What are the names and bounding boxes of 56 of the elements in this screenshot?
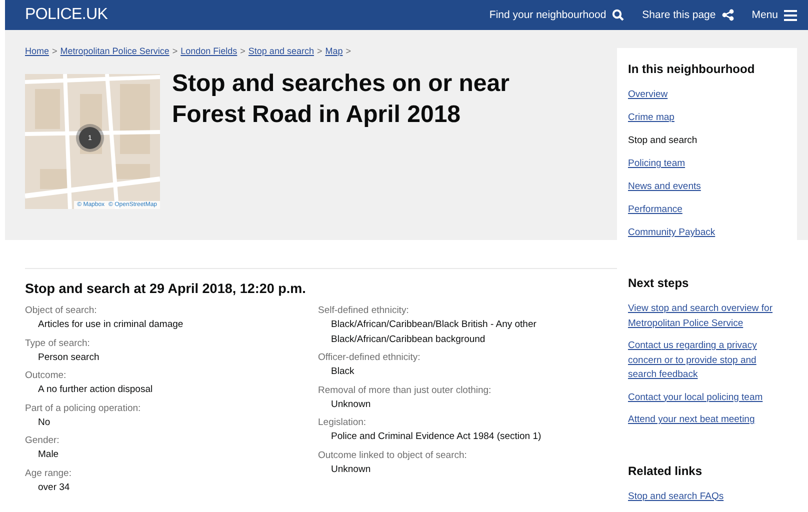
breadcrumb-separator: > — [346, 46, 352, 56]
record-heading: Stop and search at 29 April 2018, 12:20 p.m. — [25, 281, 307, 296]
nav-link[interactable]: Stop and search — [628, 133, 698, 149]
field-label: Gender: — [25, 434, 60, 448]
next-step-link[interactable]: Attend your next beat meeting — [628, 413, 755, 428]
field-label: Age range: — [25, 466, 72, 480]
next-step-link[interactable]: Contact us regarding a privacy concern or to provide stop and search feedback — [628, 339, 778, 382]
field-value: Unknown — [331, 398, 372, 412]
breadcrumb-link[interactable]: Stop and search — [248, 46, 314, 56]
field-label: Legislation: — [318, 416, 368, 430]
nav-link[interactable]: News and events — [628, 179, 701, 195]
next-step-link[interactable]: View stop and search overview for Metropolitan Police Service — [628, 302, 778, 331]
next-step-link[interactable]: Contact your local policing team — [628, 390, 763, 405]
field-value: Unknown — [331, 462, 372, 476]
breadcrumb-link[interactable]: London Fields — [180, 46, 238, 56]
field-label: Outcome linked to object of search: — [318, 448, 468, 462]
nav-link[interactable]: Community Payback — [628, 225, 716, 241]
field-value: Articles for use in criminal damage — [38, 318, 184, 332]
field-label: Officer-defined ethnicity: — [318, 351, 422, 365]
field-value: Police and Criminal Evidence Act 1984 (section 1) — [331, 430, 542, 444]
breadcrumb-link[interactable]: Map — [325, 46, 343, 56]
header-link[interactable]: Find your neighbourhood — [489, 9, 624, 21]
header-link[interactable]: Menu — [752, 9, 797, 21]
field-label: Removal of more than just outer clothing: — [318, 384, 492, 398]
field-value: Person search — [38, 350, 100, 364]
menu-icon — [784, 10, 797, 20]
field-value: over 34 — [38, 480, 71, 494]
field-label: Type of search: — [25, 336, 91, 350]
field-value: Black — [331, 365, 356, 379]
next-steps-heading: Next steps — [628, 276, 689, 290]
field-label: Self-defined ethnicity: — [318, 304, 410, 318]
site-logo[interactable]: POLICE.UK — [25, 6, 108, 24]
breadcrumb-link[interactable]: Metropolitan Police Service — [60, 46, 170, 56]
breadcrumb-separator: > — [316, 46, 322, 56]
related-links-heading: Related links — [628, 464, 702, 478]
breadcrumb-separator: > — [240, 46, 246, 56]
breadcrumb-separator: > — [52, 46, 58, 56]
nav-link[interactable]: Performance — [628, 202, 682, 218]
nav-link[interactable]: Policing team — [628, 156, 686, 172]
breadcrumb-separator: > — [172, 46, 178, 56]
search-icon — [612, 9, 624, 21]
field-label: Outcome: — [25, 369, 68, 383]
header-link[interactable]: Share this page — [642, 9, 734, 21]
field-value: Black/African/Caribbean/Black British - Any other Black/African/Caribbean background — [331, 318, 538, 346]
field-label: Object of search: — [25, 304, 98, 318]
nav-link[interactable]: Crime map — [628, 110, 674, 126]
page-title: Stop and searches on or near Forest Road in April 2018 — [172, 69, 510, 130]
related-link[interactable]: Stop and search FAQs — [628, 490, 724, 504]
field-value: A no further action disposal — [38, 383, 154, 397]
nav-heading: In this neighbourhood — [628, 62, 755, 76]
share-icon — [722, 9, 734, 21]
field-value: No — [38, 416, 52, 430]
field-label: Part of a policing operation: — [25, 402, 142, 416]
breadcrumb-link[interactable]: Home — [25, 46, 50, 56]
field-value: Male — [38, 448, 60, 462]
nav-link[interactable]: Overview — [628, 87, 668, 103]
